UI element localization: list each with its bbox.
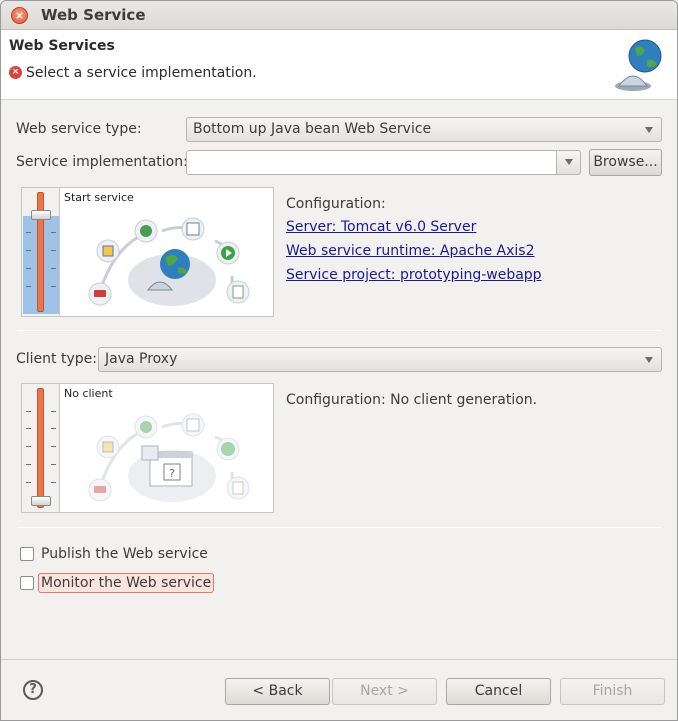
footer-separator [1, 659, 677, 660]
back-button[interactable]: < Back [225, 678, 330, 705]
web-service-type-select[interactable]: Bottom up Java bean Web Service [186, 117, 662, 142]
svg-text:?: ? [169, 467, 175, 480]
slider-tick [26, 446, 31, 447]
web-service-dialog: × Web Service Web Services × Select a se… [0, 0, 678, 721]
next-button[interactable]: Next > [332, 678, 437, 705]
client-level-panel: No client ? [21, 383, 274, 513]
cancel-button[interactable]: Cancel [446, 678, 551, 705]
globe-service-icon [615, 39, 662, 91]
slider-tick [26, 464, 31, 465]
slider-tick [26, 286, 31, 287]
separator [17, 527, 662, 528]
service-level-panel: Start service [21, 187, 274, 317]
slider-tick [51, 482, 56, 483]
slider-tick [26, 411, 31, 412]
monitor-label[interactable]: Monitor the Web service [38, 573, 215, 593]
client-type-select[interactable]: Java Proxy [98, 347, 662, 372]
slider-thumb[interactable] [31, 210, 51, 220]
browse-button[interactable]: Browse... [589, 149, 662, 176]
runtime-link[interactable]: Web service runtime: Apache Axis2 [286, 243, 535, 259]
slider-tick [26, 482, 31, 483]
close-icon[interactable]: × [11, 7, 28, 24]
publish-label[interactable]: Publish the Web service [41, 546, 208, 562]
help-icon[interactable]: ? [23, 680, 43, 700]
slider-bar [37, 388, 44, 508]
slider-tick [26, 268, 31, 269]
client-type-value: Java Proxy [105, 351, 178, 367]
slider-tick [51, 446, 56, 447]
service-panel-caption: Start service [64, 191, 134, 204]
slider-tick [51, 411, 56, 412]
service-implementation-input[interactable] [186, 150, 557, 175]
web-service-type-value: Bottom up Java bean Web Service [193, 121, 432, 137]
web-service-type-label: Web service type: [16, 121, 142, 137]
client-lifecycle-diagram: ? [88, 413, 250, 502]
publish-checkbox[interactable] [20, 547, 34, 561]
wizard-banner: Web Services × Select a service implemen… [1, 30, 677, 100]
slider-tick [51, 286, 56, 287]
client-slider[interactable] [22, 384, 60, 512]
service-implementation-dropdown[interactable] [557, 150, 581, 175]
finish-button[interactable]: Finish [560, 678, 665, 705]
server-link[interactable]: Server: Tomcat v6.0 Server [286, 219, 476, 235]
banner-message: Select a service implementation. [26, 65, 257, 81]
service-implementation-label: Service implementation: [16, 154, 188, 170]
chevron-down-icon [565, 159, 573, 165]
slider-tick [51, 428, 56, 429]
title-bar: × Web Service [1, 1, 677, 30]
separator [17, 330, 662, 331]
slider-tick [26, 428, 31, 429]
slider-tick [26, 250, 31, 251]
slider-thumb[interactable] [31, 496, 51, 506]
slider-tick [51, 464, 56, 465]
banner-title: Web Services [9, 38, 115, 54]
slider-tick [51, 250, 56, 251]
chevron-down-icon [645, 357, 653, 363]
chevron-down-icon [645, 127, 653, 133]
slider-tick [51, 268, 56, 269]
service-config-label: Configuration: [286, 196, 386, 212]
service-lifecycle-diagram [88, 217, 250, 306]
client-type-label: Client type: [16, 351, 97, 367]
window-title: Web Service [41, 6, 146, 24]
service-project-link[interactable]: Service project: prototyping-webapp [286, 267, 542, 283]
monitor-checkbox[interactable] [20, 576, 34, 590]
client-config-text: Configuration: No client generation. [286, 392, 538, 408]
client-panel-caption: No client [64, 387, 113, 400]
slider-tick [26, 232, 31, 233]
slider-tick [51, 232, 56, 233]
error-icon: × [9, 66, 22, 79]
service-slider[interactable] [22, 188, 60, 316]
